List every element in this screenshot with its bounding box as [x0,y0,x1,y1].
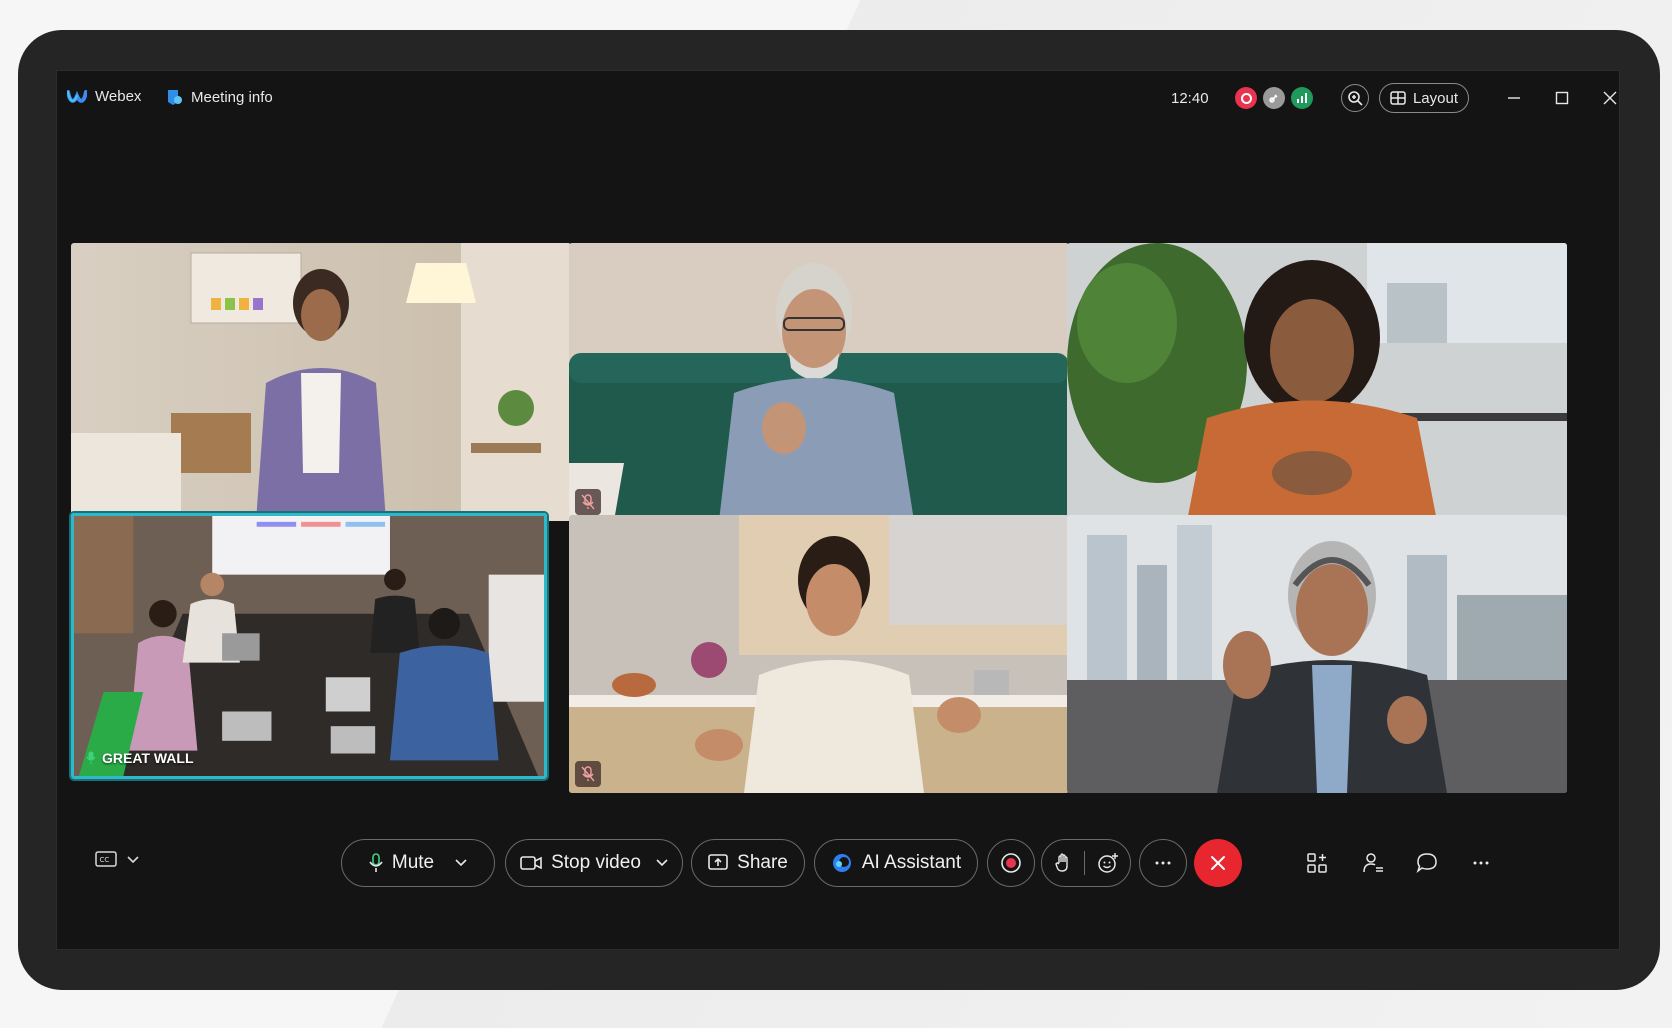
minimize-icon [1508,97,1520,99]
video-tile-4[interactable]: GREAT WALL [71,513,547,779]
meeting-controls: CC Mute Stop video Share AI Assistant [57,839,1619,899]
ai-assistant-label: AI Assistant [861,852,962,873]
participant-video [569,243,1069,521]
participants-icon [1363,853,1383,873]
ai-assistant-button[interactable]: AI Assistant [814,839,978,887]
mic-off-icon [581,494,595,510]
end-call-icon [1211,856,1225,870]
chevron-down-icon[interactable] [455,859,467,867]
mic-off-icon [581,766,595,782]
record-button[interactable] [987,839,1035,887]
video-tile-6[interactable] [1067,515,1567,793]
chat-button[interactable] [1413,849,1441,877]
apps-icon [1307,853,1327,873]
overflow-button[interactable] [1467,849,1495,877]
participant-video [71,243,571,521]
microphone-icon [86,751,96,764]
video-tile-2[interactable] [569,243,1069,521]
layout-icon [1390,91,1406,105]
video-tile-5[interactable] [569,515,1069,793]
overflow-icon [1473,861,1489,865]
zoom-button[interactable] [1341,84,1369,112]
captions-icon: CC [95,851,117,867]
webex-app-menu[interactable]: Webex [67,88,141,105]
record-icon [1001,853,1021,873]
end-call-button[interactable] [1194,839,1242,887]
share-icon [708,854,728,870]
share-button[interactable]: Share [691,839,805,887]
more-options-button[interactable] [1139,839,1187,887]
webex-window: Webex Meeting info 12:40 Layout GREAT WA… [56,70,1620,950]
stop-video-button[interactable]: Stop video [505,839,683,887]
more-icon [1155,861,1171,865]
participant-video [1067,243,1567,521]
participant-name-label: GREAT WALL [86,750,194,766]
minimize-button[interactable] [1501,85,1527,111]
stop-video-label: Stop video [551,852,641,873]
network-stats-icon[interactable] [1291,87,1313,109]
captions-button[interactable]: CC [95,851,139,869]
chat-icon [1416,853,1437,874]
chevron-down-icon [127,856,139,864]
camera-icon [520,856,542,870]
title-bar: Webex Meeting info 12:40 Layout [57,71,1619,125]
video-tile-3[interactable] [1067,243,1567,521]
layout-button[interactable]: Layout [1379,83,1469,113]
share-label: Share [737,852,788,873]
meeting-info-button[interactable]: Meeting info [165,88,273,106]
layout-label: Layout [1412,89,1459,107]
mute-label: Mute [391,852,435,873]
reactions-icon[interactable] [1097,852,1119,874]
participant-name: GREAT WALL [102,750,194,766]
reactions-group [1041,839,1131,887]
svg-text:CC: CC [100,856,110,864]
maximize-button[interactable] [1549,85,1575,111]
maximize-icon [1555,91,1569,105]
recording-icon[interactable] [1235,87,1257,109]
muted-indicator [575,489,601,515]
participant-video [1067,515,1567,793]
raise-hand-icon[interactable] [1054,853,1072,873]
meeting-info-icon [168,90,182,105]
meeting-info-label: Meeting info [191,88,273,106]
webex-logo-icon [67,89,87,103]
close-button[interactable] [1597,85,1623,111]
zoom-icon [1348,91,1363,106]
muted-indicator [575,761,601,787]
chevron-down-icon[interactable] [656,859,668,867]
mute-button[interactable]: Mute [341,839,495,887]
video-tile-1[interactable] [71,243,571,521]
participants-button[interactable] [1359,849,1387,877]
close-icon [1603,91,1617,105]
apps-button[interactable] [1303,849,1331,877]
lock-icon[interactable] [1263,87,1285,109]
app-name: Webex [95,88,142,105]
meeting-clock: 12:40 [1171,90,1209,107]
participant-video [569,515,1069,793]
divider [1083,851,1085,875]
device-frame: Webex Meeting info 12:40 Layout GREAT WA… [18,30,1660,990]
ai-assistant-icon [832,854,851,872]
microphone-icon [369,853,383,872]
meeting-status [1235,87,1313,109]
room-video [74,516,544,776]
